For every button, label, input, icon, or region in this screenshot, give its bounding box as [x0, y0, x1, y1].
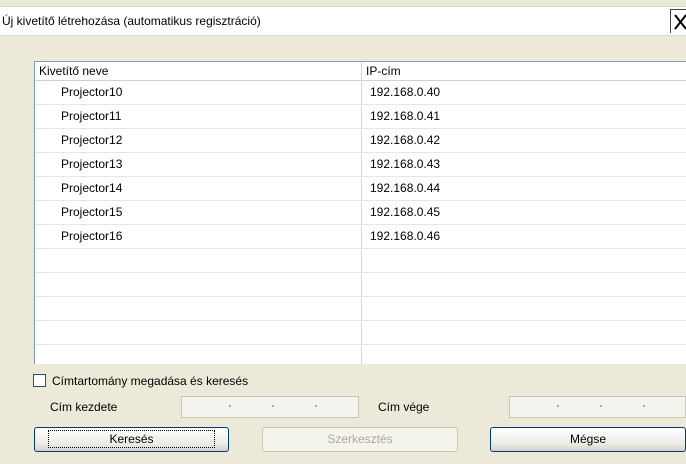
ip-address-cell: 192.168.0.42: [370, 133, 441, 147]
end-address-field[interactable]: [509, 396, 686, 418]
window-title: Új kivetítő létrehozása (automatikus reg…: [2, 14, 261, 28]
start-address-label: Cím kezdete: [50, 400, 118, 414]
close-button[interactable]: [670, 9, 686, 33]
table-row[interactable]: Projector13 192.168.0.43: [35, 153, 686, 177]
table-row[interactable]: Projector14 192.168.0.44: [35, 177, 686, 201]
empty-row: [35, 249, 686, 273]
search-button[interactable]: Keresés: [34, 427, 229, 452]
edit-button[interactable]: Szerkesztés: [262, 427, 458, 452]
title-bar: Új kivetítő létrehozása (automatikus reg…: [0, 6, 686, 36]
address-range-checkbox[interactable]: [33, 374, 46, 387]
dialog-window: Új kivetítő létrehozása (automatikus reg…: [0, 0, 686, 464]
table-row[interactable]: Projector15 192.168.0.45: [35, 201, 686, 225]
ip-address-cell: 192.168.0.40: [370, 85, 441, 99]
empty-row: [35, 273, 686, 297]
cancel-button[interactable]: Mégse: [490, 427, 686, 452]
table-row[interactable]: Projector16 192.168.0.46: [35, 225, 686, 249]
end-address-label: Cím vége: [378, 400, 430, 414]
projector-name-cell: Projector10: [61, 85, 123, 99]
projector-name-cell: Projector13: [61, 157, 123, 171]
projector-name-cell: Projector11: [61, 109, 122, 123]
ip-address-cell: 192.168.0.43: [370, 157, 441, 171]
column-header-ip[interactable]: IP-cím: [366, 64, 401, 78]
empty-row: [35, 297, 686, 321]
projector-name-cell: Projector15: [61, 205, 123, 219]
cancel-button-label: Mégse: [569, 432, 607, 446]
empty-row: [35, 321, 686, 345]
ip-address-cell: 192.168.0.45: [370, 205, 441, 219]
ip-address-cell: 192.168.0.44: [370, 181, 441, 195]
ip-address-cell: 192.168.0.41: [370, 109, 441, 123]
projector-name-cell: Projector16: [61, 229, 123, 243]
column-header-name[interactable]: Kivetítő neve: [39, 64, 108, 78]
empty-row: [35, 345, 686, 364]
projector-name-cell: Projector12: [61, 133, 123, 147]
search-button-label: Keresés: [48, 430, 215, 448]
table-row[interactable]: Projector12 192.168.0.42: [35, 129, 686, 153]
table-row[interactable]: Projector10 192.168.0.40: [35, 81, 686, 105]
ip-address-cell: 192.168.0.46: [370, 229, 441, 243]
start-address-field[interactable]: [181, 396, 359, 418]
projector-name-cell: Projector14: [61, 181, 123, 195]
address-range-checkbox-label: Címtartomány megadása és keresés: [52, 374, 249, 388]
projector-list[interactable]: Kivetítő neve IP-cím Projector10 192.168…: [34, 61, 686, 364]
edit-button-label: Szerkesztés: [327, 432, 393, 446]
table-row[interactable]: Projector11 192.168.0.41: [35, 105, 686, 129]
close-icon: [674, 14, 686, 30]
